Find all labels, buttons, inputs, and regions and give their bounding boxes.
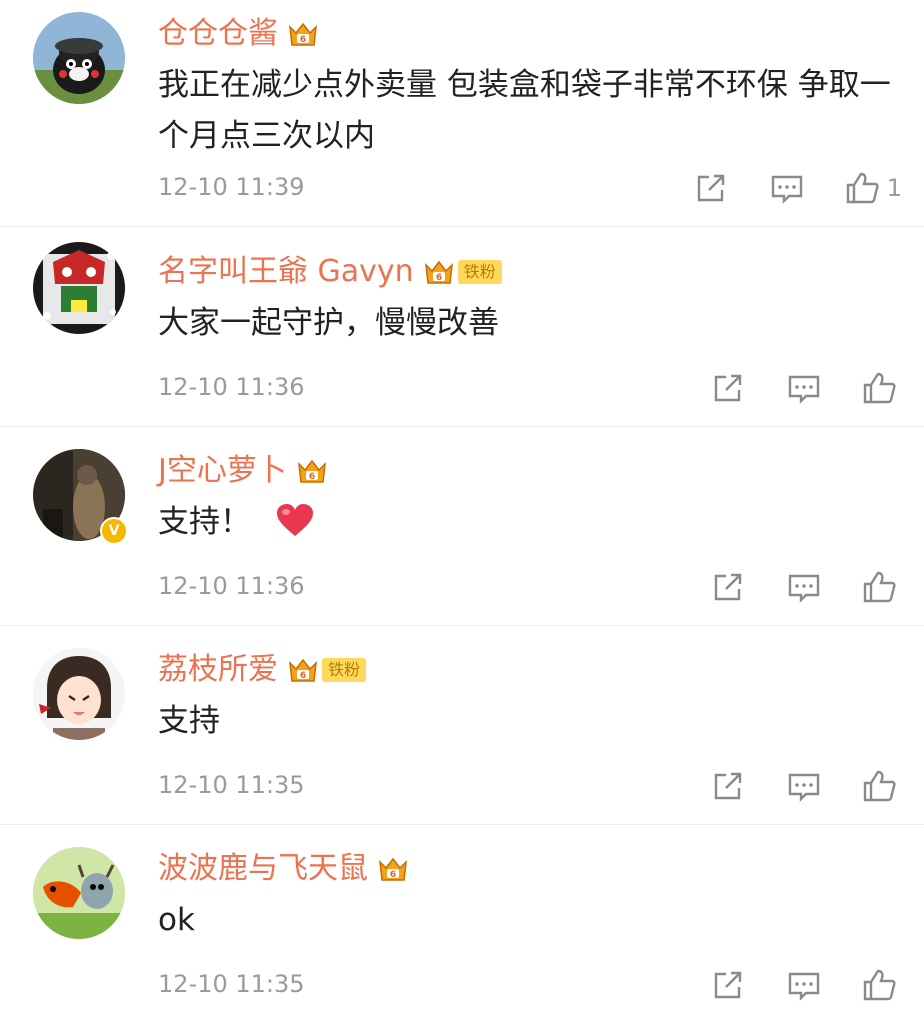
username[interactable]: 荔枝所爱 bbox=[158, 650, 278, 690]
timestamp: 12-10 11:35 bbox=[158, 771, 305, 799]
name-row: 波波鹿与飞天鼠 6 bbox=[158, 849, 410, 889]
svg-text:6: 6 bbox=[390, 870, 396, 880]
crown-vip-icon: 6 bbox=[286, 17, 320, 51]
share-external-icon[interactable] bbox=[710, 768, 746, 804]
comment-bubble-icon[interactable] bbox=[786, 967, 822, 1003]
comment-item: V J空心萝卜 6 支持！ 12-10 11:36 bbox=[0, 427, 924, 626]
timestamp: 12-10 11:39 bbox=[158, 173, 305, 201]
name-row: J空心萝卜 6 bbox=[158, 451, 329, 491]
comment-text: 我正在减少点外卖量 包装盒和袋子非常不环保 争取一个月点三次以内 bbox=[158, 67, 891, 154]
comment-text: 支持 bbox=[158, 703, 220, 739]
thumbs-up-icon[interactable] bbox=[845, 170, 881, 206]
thumbs-up-icon[interactable] bbox=[862, 768, 898, 804]
avatar[interactable] bbox=[33, 847, 125, 939]
comment-actions bbox=[670, 569, 898, 605]
comment-text-value: 支持！ bbox=[158, 504, 251, 540]
timestamp: 12-10 11:35 bbox=[158, 970, 305, 998]
svg-text:6: 6 bbox=[300, 35, 306, 45]
share-external-icon[interactable] bbox=[693, 170, 729, 206]
red-heart-emoji bbox=[275, 502, 315, 538]
like-count: 1 bbox=[886, 174, 902, 202]
svg-text:6: 6 bbox=[309, 472, 315, 482]
comment-actions bbox=[670, 768, 898, 804]
username[interactable]: 波波鹿与飞天鼠 bbox=[158, 849, 368, 889]
username[interactable]: J空心萝卜 bbox=[158, 451, 287, 491]
comment-item: 波波鹿与飞天鼠 6 ok 12-10 11:35 bbox=[0, 825, 924, 1031]
name-row: 仓仓仓酱 6 bbox=[158, 14, 320, 54]
share-external-icon[interactable] bbox=[710, 370, 746, 406]
comment-text: ok bbox=[158, 902, 195, 938]
svg-text:6: 6 bbox=[436, 273, 442, 283]
fan-badge: 铁粉 bbox=[322, 658, 367, 682]
comment-item: 仓仓仓酱 6 我正在减少点外卖量 包装盒和袋子非常不环保 争取一个月点三次以内 … bbox=[0, 0, 924, 227]
comment-text: 支持！ bbox=[158, 497, 898, 548]
verified-badge: V bbox=[100, 517, 128, 545]
comment-item: 荔枝所爱 6 铁粉 支持 12-10 11:35 bbox=[0, 626, 924, 825]
comment-bubble-icon[interactable] bbox=[786, 569, 822, 605]
thumbs-up-icon[interactable] bbox=[862, 569, 898, 605]
share-external-icon[interactable] bbox=[710, 967, 746, 1003]
comment-actions: 1 bbox=[653, 170, 902, 206]
timestamp: 12-10 11:36 bbox=[158, 572, 305, 600]
comment-bubble-icon[interactable] bbox=[786, 370, 822, 406]
comment-item: 名字叫王爺 Gavyn 6 铁粉 大家一起守护，慢慢改善 12-10 11:36 bbox=[0, 228, 924, 427]
crown-vip-icon: 6 bbox=[295, 454, 329, 488]
thumbs-up-icon[interactable] bbox=[862, 370, 898, 406]
crown-vip-icon: 6 bbox=[422, 255, 456, 289]
avatar[interactable] bbox=[33, 648, 125, 740]
crown-vip-icon: 6 bbox=[286, 653, 320, 687]
comment-bubble-icon[interactable] bbox=[786, 768, 822, 804]
comment-actions bbox=[670, 370, 898, 406]
share-external-icon[interactable] bbox=[710, 569, 746, 605]
avatar[interactable] bbox=[33, 242, 125, 334]
thumbs-up-icon[interactable] bbox=[862, 967, 898, 1003]
avatar[interactable] bbox=[33, 12, 125, 104]
svg-text:6: 6 bbox=[300, 671, 306, 681]
timestamp: 12-10 11:36 bbox=[158, 373, 305, 401]
username[interactable]: 仓仓仓酱 bbox=[158, 14, 278, 54]
name-row: 荔枝所爱 6 铁粉 bbox=[158, 650, 367, 690]
username[interactable]: 名字叫王爺 Gavyn bbox=[158, 252, 414, 292]
name-row: 名字叫王爺 Gavyn 6 铁粉 bbox=[158, 252, 502, 292]
comment-bubble-icon[interactable] bbox=[769, 170, 805, 206]
comment-actions bbox=[670, 967, 898, 1003]
crown-vip-icon: 6 bbox=[376, 852, 410, 886]
fan-badge: 铁粉 bbox=[457, 260, 502, 284]
comment-text: 大家一起守护，慢慢改善 bbox=[158, 305, 499, 341]
